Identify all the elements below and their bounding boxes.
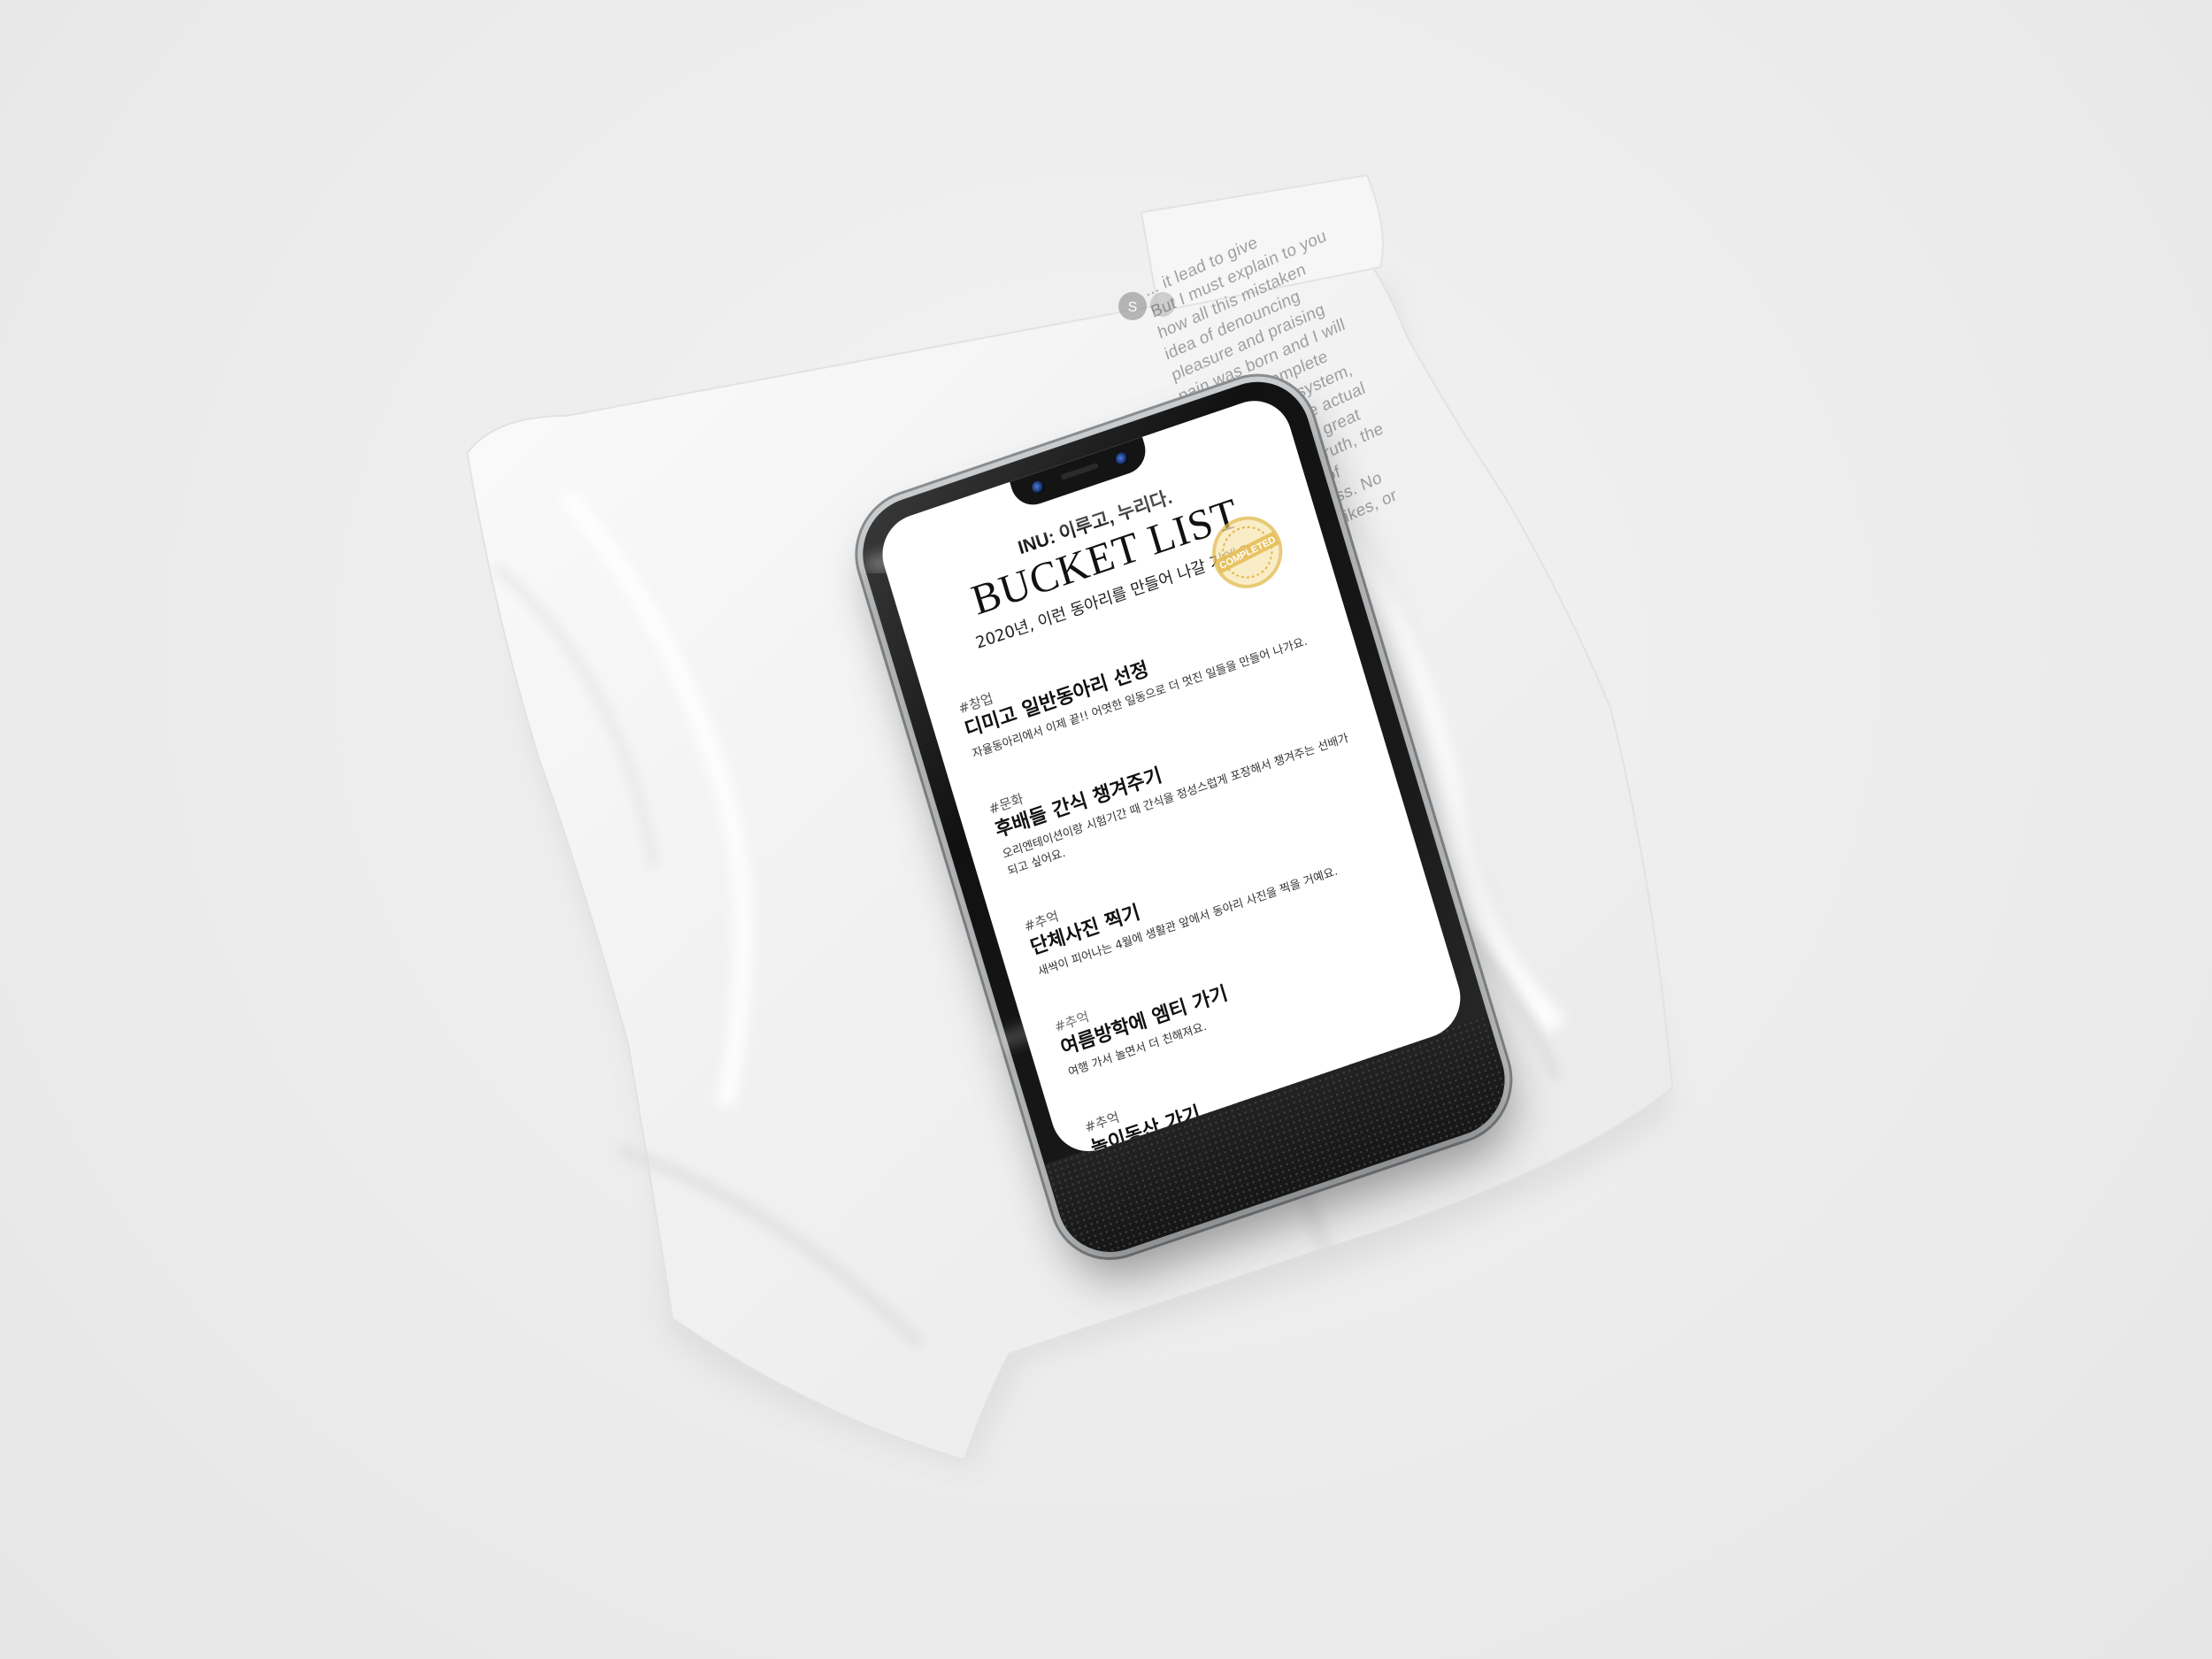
- svg-text:S: S: [1128, 300, 1138, 315]
